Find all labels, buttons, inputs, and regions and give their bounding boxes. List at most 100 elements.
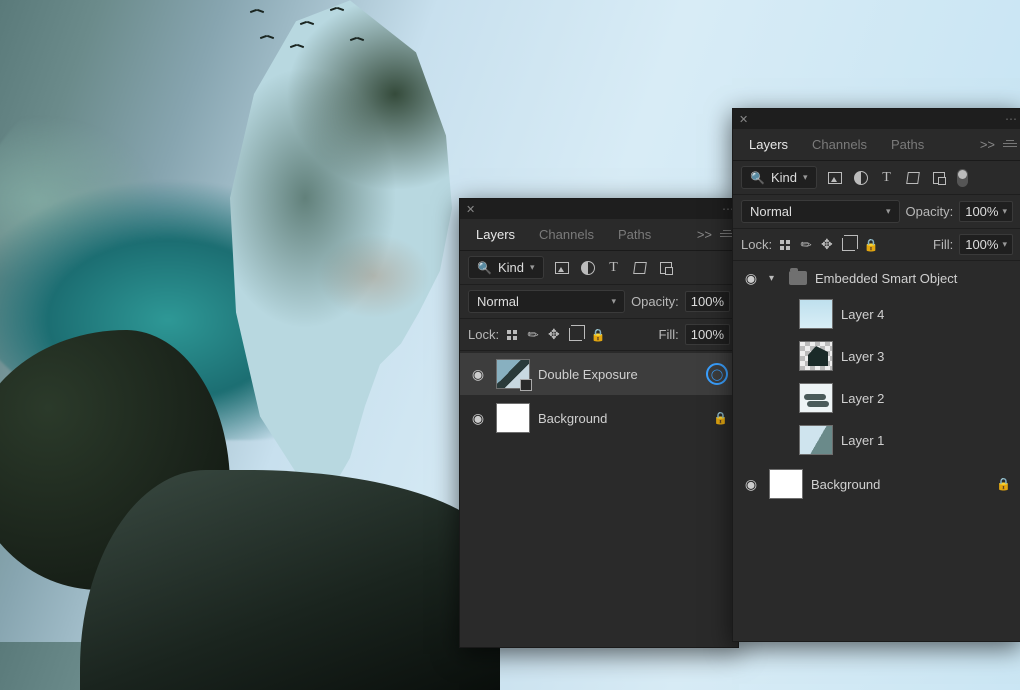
lock-all-icon[interactable]: 🔒 [591,328,606,342]
close-icon[interactable]: ✕ [466,203,475,216]
filter-kind-dropdown[interactable]: 🔍 Kind ▾ [468,256,544,279]
opacity-value: 100% [965,204,998,219]
filter-pixel-icon[interactable] [554,260,570,276]
visibility-toggle-icon[interactable]: ◉ [741,270,761,287]
filter-shape-icon[interactable] [632,260,648,276]
panel-menu-icon[interactable]: ⋯ [722,202,732,216]
lock-fill-row: Lock: ✎ ✥ 🔒 Fill: 100% [460,319,738,351]
filter-kind-dropdown[interactable]: 🔍 Kind ▾ [741,166,817,189]
layer-row[interactable]: ◉ Background 🔒 [733,461,1020,507]
search-icon: 🔍 [750,171,765,185]
panel-menu-icon[interactable]: ⋯ [1005,112,1015,126]
layer-row[interactable]: Layer 1 [733,419,1020,461]
layer-row[interactable]: Layer 4 [733,293,1020,335]
lock-position-icon[interactable]: ✥ [548,326,560,343]
folder-icon [789,271,807,285]
lock-position-icon[interactable]: ✥ [821,236,833,253]
filter-toggle[interactable] [957,169,968,187]
lock-transparency-icon[interactable] [778,238,792,252]
layer-group-header[interactable]: ◉ ▾ Embedded Smart Object [733,263,1020,293]
chevron-down-icon: ▾ [612,296,617,307]
close-icon[interactable]: ✕ [739,113,748,126]
lock-artboard-icon[interactable] [569,328,582,341]
layer-name[interactable]: Layer 2 [841,391,1011,406]
blend-mode-dropdown[interactable]: Normal ▾ [741,200,900,223]
layer-name[interactable]: Layer 1 [841,433,1011,448]
collapse-group-icon[interactable]: ▾ [769,273,781,284]
lock-transparency-icon[interactable] [505,328,519,342]
layer-thumbnail[interactable] [496,403,530,433]
layer-row[interactable]: ◉ Double Exposure ◯ [460,353,738,395]
panel-titlebar[interactable]: ✕ ⋯ [460,199,738,219]
layer-row[interactable]: Layer 2 [733,377,1020,419]
filter-type-icon[interactable]: T [879,170,895,186]
panel-options-icon[interactable] [1003,143,1017,147]
artwork-rocks [80,470,500,690]
fill-value: 100% [691,327,724,342]
expand-panel-icon[interactable]: >> [980,137,995,152]
filter-smart-icon[interactable] [931,170,947,186]
tab-channels[interactable]: Channels [527,219,606,250]
chevron-down-icon: ▾ [530,262,535,273]
filter-kind-label: Kind [498,260,524,275]
layer-thumbnail[interactable] [799,425,833,455]
layer-row[interactable]: Layer 3 [733,335,1020,377]
visibility-toggle-icon[interactable]: ◉ [468,366,488,383]
tab-paths[interactable]: Paths [879,129,936,160]
filter-adjustment-icon[interactable] [853,170,869,186]
tab-channels[interactable]: Channels [800,129,879,160]
bird-icon [300,22,314,28]
fill-input[interactable]: 100% ▾ [959,234,1013,255]
layer-thumbnail[interactable] [799,299,833,329]
opacity-input[interactable]: 100% ▾ [959,201,1013,222]
search-icon: 🔍 [477,261,492,275]
visibility-toggle-icon[interactable]: ◉ [741,476,761,493]
bird-icon [250,10,264,16]
lock-all-icon[interactable]: 🔒 [864,238,879,252]
lock-label: Lock: [468,327,499,342]
layers-panel-smart-object: ✕ ⋯ Layers Channels Paths >> 🔍 Kind ▾ T … [732,108,1020,642]
layers-panel: ✕ ⋯ Layers Channels Paths >> 🔍 Kind ▾ T … [459,198,739,648]
opacity-input[interactable]: 100% [685,291,730,312]
filter-kind-label: Kind [771,170,797,185]
layer-name[interactable]: Double Exposure [538,367,698,382]
tab-layers[interactable]: Layers [737,129,800,160]
blend-mode-value: Normal [750,204,792,219]
filter-shape-icon[interactable] [905,170,921,186]
cloud-sync-icon[interactable]: ◯ [706,363,728,385]
layer-thumbnail[interactable] [799,341,833,371]
bird-icon [330,8,344,14]
blend-mode-dropdown[interactable]: Normal ▾ [468,290,625,313]
layer-name[interactable]: Background [538,411,705,426]
opacity-value: 100% [691,294,724,309]
bird-icon [260,36,274,42]
visibility-toggle-icon[interactable]: ◉ [468,410,488,427]
filter-adjustment-icon[interactable] [580,260,596,276]
layer-list: ◉ ▾ Embedded Smart Object Layer 4 Layer … [733,261,1020,507]
layer-thumbnail[interactable] [496,359,530,389]
lock-artboard-icon[interactable] [842,238,855,251]
lock-image-icon[interactable]: ✎ [524,325,543,344]
panel-titlebar[interactable]: ✕ ⋯ [733,109,1020,129]
lock-image-icon[interactable]: ✎ [797,235,816,254]
layer-name[interactable]: Layer 3 [841,349,1011,364]
tab-layers[interactable]: Layers [464,219,527,250]
lock-icon[interactable]: 🔒 [713,411,728,425]
group-name[interactable]: Embedded Smart Object [815,271,1011,286]
filter-smart-icon[interactable] [658,260,674,276]
layer-name[interactable]: Layer 4 [841,307,1011,322]
layer-row[interactable]: ◉ Background 🔒 [460,395,738,441]
fill-label: Fill: [659,327,679,342]
panel-tabs: Layers Channels Paths >> [460,219,738,251]
lock-icon[interactable]: 🔒 [996,477,1011,491]
layer-thumbnail[interactable] [799,383,833,413]
filter-pixel-icon[interactable] [827,170,843,186]
panel-tabs: Layers Channels Paths >> [733,129,1020,161]
tab-paths[interactable]: Paths [606,219,663,250]
layer-thumbnail[interactable] [769,469,803,499]
expand-panel-icon[interactable]: >> [697,227,712,242]
filter-type-icon[interactable]: T [606,260,622,276]
fill-label: Fill: [933,237,953,252]
fill-input[interactable]: 100% [685,324,730,345]
layer-name[interactable]: Background [811,477,988,492]
